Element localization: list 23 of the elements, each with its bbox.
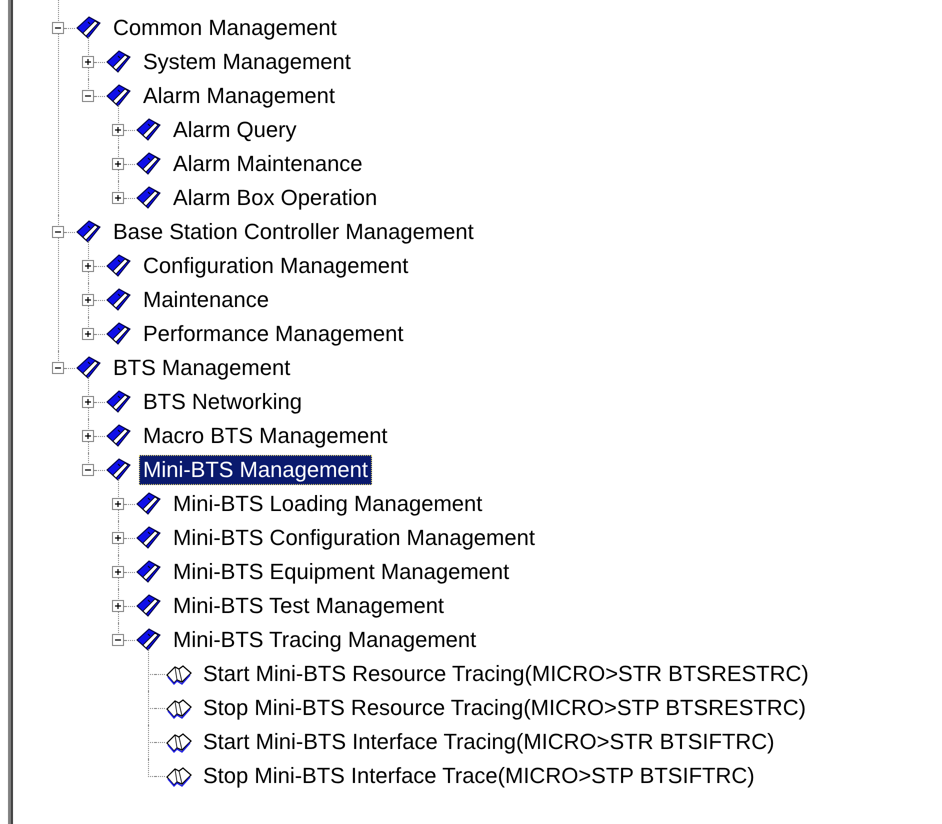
tree-item[interactable]: Mini-BTS Loading Management [169,489,486,519]
tree-item[interactable]: BTS Networking [139,387,306,417]
tree-item[interactable]: System Management [139,47,355,77]
tree-item[interactable]: Performance Management [139,319,408,349]
tree-item[interactable]: Maintenance [139,285,273,315]
tree-item[interactable]: Mini-BTS Management [139,455,372,485]
tree-item[interactable]: Start Mini-BTS Resource Tracing(MICRO>STR BTSRESTRC) [199,659,813,689]
tree-item[interactable]: BTS Management [109,353,294,383]
tree-item[interactable]: Macro BTS Management [139,421,392,451]
tree-item[interactable]: Stop Mini-BTS Interface Trace(MICRO>STP BTSIFTRC) [199,761,759,791]
tree-item[interactable]: Alarm Box Operation [169,183,382,213]
tree-item[interactable]: Start Mini-BTS Interface Tracing(MICRO>STR BTSIFTRC) [199,727,778,757]
tree-item[interactable]: Alarm Management [139,81,339,111]
tree-item[interactable]: Stop Mini-BTS Resource Tracing(MICRO>STP BTSRESTRC) [199,693,810,723]
tree-item[interactable]: Mini-BTS Test Management [169,591,448,621]
tree-item[interactable]: Configuration Management [139,251,412,281]
tree-item[interactable]: Mini-BTS Configuration Management [169,523,539,553]
tree-item[interactable]: Common Management [109,13,341,43]
tree-item[interactable]: Base Station Controller Management [109,217,478,247]
tree-item[interactable]: Mini-BTS Tracing Management [169,625,480,655]
tree-item[interactable]: Alarm Maintenance [169,149,367,179]
tree-item[interactable]: Alarm Query [169,115,300,145]
tree-item[interactable]: Mini-BTS Equipment Management [169,557,514,587]
